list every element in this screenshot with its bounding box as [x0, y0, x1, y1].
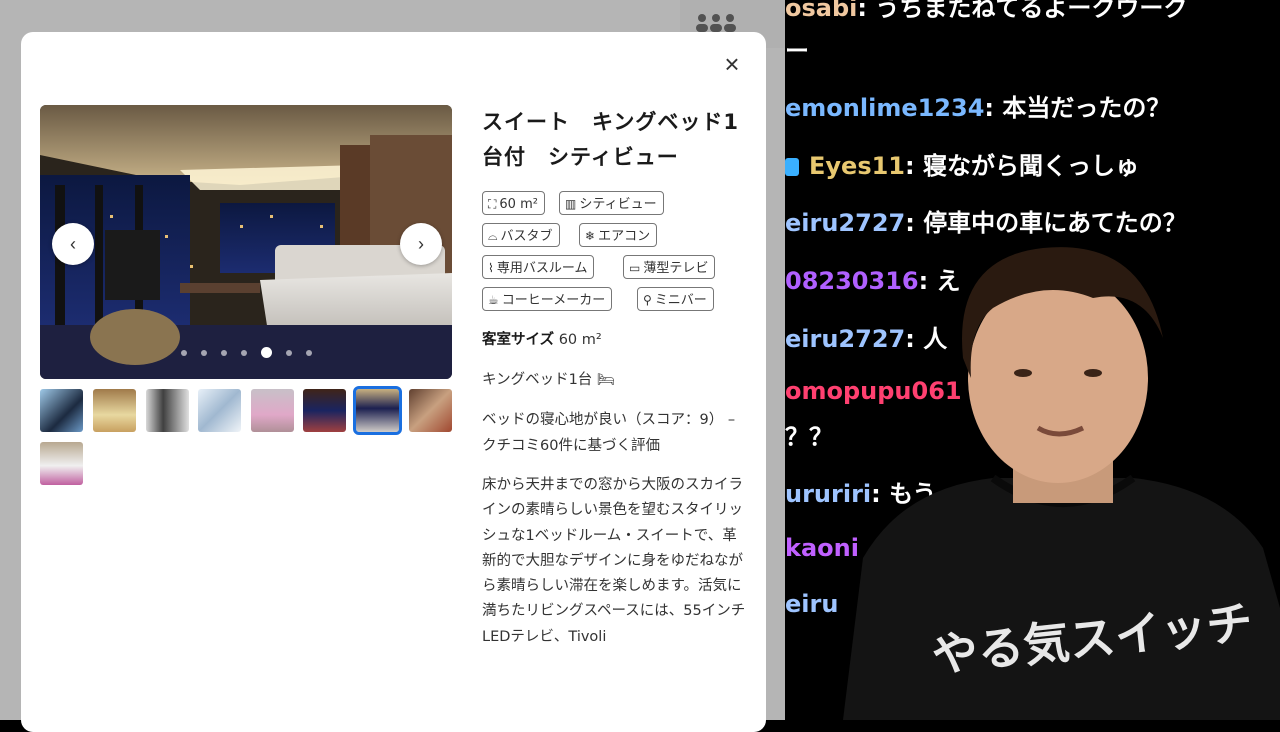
amenity-tag: ⌓ バスタブ: [482, 223, 560, 247]
amenity-tag: ▭ 薄型テレビ: [623, 255, 716, 279]
carousel-dot[interactable]: [220, 349, 227, 356]
flat-tv-icon: ▭: [629, 261, 641, 275]
photo-thumbnail[interactable]: [251, 389, 294, 432]
room-description: 床から天井までの窓から大阪のスカイラインの素晴らしい景色を望むスタイリッシュな1…: [482, 477, 746, 645]
photo-thumbnail-selected[interactable]: [353, 386, 402, 435]
amenity-tag: ▥ シティビュー: [559, 191, 664, 215]
air-conditioner-icon: ❄: [585, 229, 596, 243]
bed-text: キングベッド1台: [482, 372, 593, 388]
streamer-webcam: やる気スイッチ: [843, 247, 1280, 720]
bed-comfort-score: ベッドの寝心地が良い（スコア：9） – クチコミ60件に基づく評価: [482, 412, 736, 454]
carousel-dot[interactable]: [285, 349, 292, 356]
chat-message: osabi: うちまたねてるよークウーク: [785, 0, 1187, 23]
chat-message: emonlime1234: 本当だったの？: [785, 88, 1170, 123]
amenity-tag: ⚲ ミニバー: [637, 287, 714, 311]
photo-thumbnail[interactable]: [409, 389, 452, 432]
chat-message: ？？: [785, 417, 833, 452]
chat-text: : うちまたねてるよークウーク: [857, 0, 1188, 22]
carousel-dot[interactable]: [200, 349, 207, 356]
room-size-value: 60 m²: [558, 332, 602, 348]
room-details-modal: × ‹ › スイート キングベッド1台付 シティビュー ⛶ 60 m² ▥ シテ…: [21, 32, 766, 732]
photo-thumbnail[interactable]: [198, 389, 241, 432]
private-bathroom-icon: ⌇: [488, 261, 494, 275]
coffee-maker-icon: ☕: [488, 293, 499, 307]
chat-message: eiru: [785, 590, 838, 618]
close-button[interactable]: ×: [718, 50, 746, 78]
next-photo-button[interactable]: ›: [400, 223, 442, 265]
bed-icon: 🛏: [596, 372, 616, 388]
carousel-dots: [40, 342, 452, 361]
carousel-dot[interactable]: [180, 349, 187, 356]
photo-thumbnail[interactable]: [146, 389, 189, 432]
photo-thumbnail[interactable]: [303, 389, 346, 432]
bathtub-icon: ⌓: [488, 229, 498, 243]
chat-username: Eyes11: [809, 152, 905, 180]
room-photo: [40, 105, 452, 379]
previous-photo-button[interactable]: ‹: [52, 223, 94, 265]
chat-username: emonlime1234: [785, 94, 985, 122]
amenity-tag: ⌇ 専用バスルーム: [482, 255, 595, 279]
chat-message: Eyes11: 寝ながら聞くっしゅ: [785, 146, 1139, 181]
minibar-icon: ⚲: [643, 293, 652, 307]
chat-message: ー: [785, 31, 809, 66]
chat-text: : 本当だったの？: [984, 94, 1171, 122]
chat-username: osabi: [785, 0, 858, 22]
room-title: スイート キングベッド1台付 シティビュー: [482, 110, 739, 169]
carousel-dot-active[interactable]: [260, 347, 272, 358]
room-size: 客室サイズ 60 m²: [482, 327, 747, 353]
city-view-icon: ▥: [565, 197, 577, 211]
photo-thumbnail[interactable]: [40, 442, 83, 485]
amenity-tag: ⛶ 60 m²: [482, 191, 545, 215]
bed-info: キングベッド1台 🛏: [482, 367, 747, 393]
chat-text: : 寝ながら聞くっしゅ: [905, 152, 1139, 180]
photo-thumbnail[interactable]: [40, 389, 83, 432]
photo-thumbnail[interactable]: [93, 389, 136, 432]
chat-text: ？？: [785, 423, 833, 451]
carousel-dot[interactable]: [240, 349, 247, 356]
amenity-tag: ❄ エアコン: [579, 223, 658, 247]
amenity-tag: ☕ コーヒーメーカー: [482, 287, 613, 311]
chat-username: eiru: [785, 590, 839, 618]
amenity-tags: ⛶ 60 m² ▥ シティビュー ⌓ バスタブ ❄ エアコン ⌇ 専用バスルーム ▭ 薄型テ…: [482, 191, 747, 313]
badge-icon: [785, 158, 799, 176]
room-info: スイート キングベッド1台付 シティビュー ⛶ 60 m² ▥ シティビュー ⌓ バス…: [482, 105, 747, 650]
chat-text: ー: [785, 37, 809, 65]
room-photo-carousel: ‹ ›: [40, 105, 452, 379]
carousel-dot[interactable]: [305, 349, 312, 356]
area-icon: ⛶: [488, 197, 497, 211]
room-size-label: 客室サイズ: [482, 332, 555, 348]
